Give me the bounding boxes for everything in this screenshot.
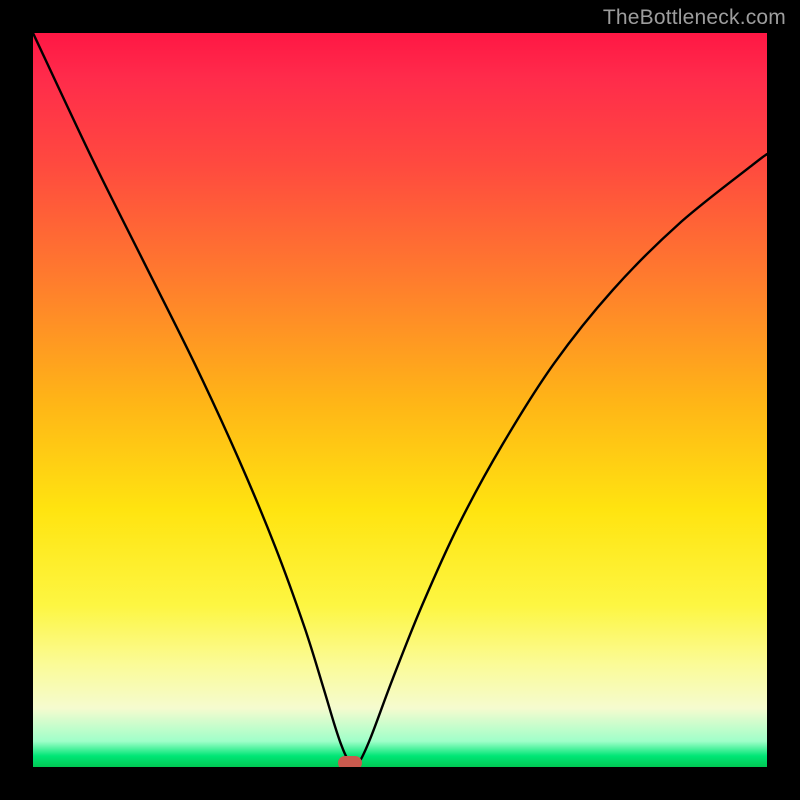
curve-line — [33, 33, 767, 767]
curve-marker — [338, 756, 362, 767]
watermark-text: TheBottleneck.com — [603, 6, 786, 30]
plot-area — [33, 33, 767, 767]
chart-frame: TheBottleneck.com — [0, 0, 800, 800]
